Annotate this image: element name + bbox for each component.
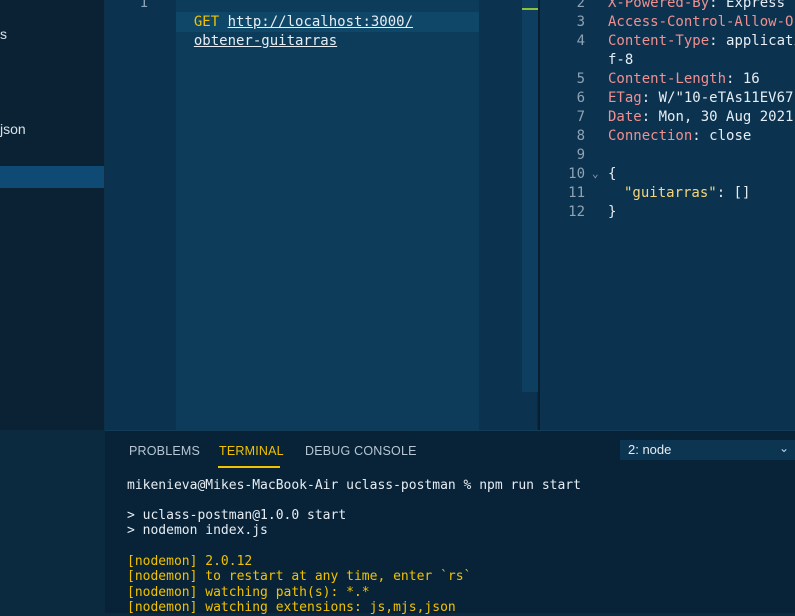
response-line: Content-Type: applicatio	[608, 32, 795, 51]
response-key: "guitarras"	[624, 185, 717, 201]
response-line-number: 4	[576, 33, 585, 49]
sidebar-item-json[interactable]: json	[0, 118, 26, 140]
colon: :	[641, 109, 651, 125]
sidebar-item-active[interactable]	[0, 166, 104, 188]
response-line-number: 8	[576, 128, 585, 144]
response-line: Date: Mon, 30 Aug 2021 0	[608, 108, 795, 127]
response-value: applicatio	[726, 33, 795, 49]
response-line-number: 6	[576, 90, 585, 106]
response-line-number: 2	[576, 0, 585, 11]
response-value: Mon, 30 Aug 2021 0	[650, 109, 795, 125]
response-value: close	[700, 128, 752, 144]
response-line: "guitarras": []	[624, 184, 750, 203]
response-key: Date	[608, 109, 642, 125]
request-text-area[interactable]	[176, 0, 479, 430]
response-line: Connection: close	[608, 127, 751, 146]
response-line: X-Powered-By: Express	[608, 0, 785, 13]
response-line-number: 12	[568, 204, 585, 220]
request-url-part2[interactable]: obtener-guitarras	[194, 33, 337, 49]
response-line-number: 9	[576, 147, 585, 163]
terminal-select-value: 2: node	[628, 442, 672, 457]
response-key: Connection	[608, 128, 693, 144]
terminal-run-line-2: > nodemon index.js	[127, 523, 268, 538]
colon: :	[641, 90, 651, 106]
tab-debug-console[interactable]: DEBUG CONSOLE	[305, 444, 417, 458]
line-number: 1	[139, 0, 148, 11]
response-line-number: 5	[576, 71, 585, 87]
response-value: {	[608, 166, 617, 182]
response-key: ETag	[608, 90, 642, 106]
terminal-run-line-1: > uclass-postman@1.0.0 start	[127, 508, 347, 523]
response-line: }	[608, 203, 616, 222]
nodemon-line-1: [nodemon] 2.0.12	[127, 554, 253, 569]
colon: :	[692, 128, 701, 144]
tab-problems[interactable]: PROBLEMS	[129, 444, 200, 458]
active-tab-indicator	[218, 466, 280, 468]
sidebar-item-s[interactable]: s	[0, 23, 7, 45]
scrollbar-marker	[522, 8, 538, 10]
colon: :	[709, 0, 718, 11]
response-value: 16	[734, 71, 760, 87]
response-line: Access-Control-Allow-Ori:	[608, 13, 795, 32]
nodemon-line-3: [nodemon] watching path(s): *.*	[127, 585, 370, 600]
response-value: : []	[716, 185, 751, 201]
response-key: Access-Control-Allow-Ori	[608, 14, 795, 30]
response-line-number: 10	[568, 166, 585, 182]
response-key: X-Powered-By	[608, 0, 710, 11]
explorer-sidebar	[0, 0, 105, 430]
response-line: {	[608, 165, 616, 184]
response-line: Content-Length: 16	[608, 70, 760, 89]
terminal-prompt-line: mikenieva@Mikes-MacBook-Air uclass-postm…	[127, 478, 581, 493]
response-line: ETag: W/"10-eTAs11EV67rf	[608, 89, 795, 108]
nodemon-line-4: [nodemon] watching extensions: js,mjs,js…	[127, 600, 456, 615]
response-line-number: 11	[568, 185, 585, 201]
response-key: Content-Type	[608, 33, 710, 49]
fold-chevron-icon[interactable]: ⌄	[592, 167, 599, 180]
response-value: }	[608, 204, 617, 220]
tab-terminal[interactable]: TERMINAL	[219, 444, 284, 458]
response-line-number: 7	[576, 109, 585, 125]
response-line-number: 3	[576, 14, 585, 30]
response-line: f-8	[608, 51, 633, 70]
response-value: Express	[717, 0, 786, 11]
colon: :	[709, 33, 718, 49]
response-key: Content-Length	[608, 71, 727, 87]
response-value: W/"10-eTAs11EV67rf	[650, 90, 795, 106]
chevron-down-icon: ⌄	[778, 441, 789, 455]
editor-scrollbar[interactable]	[522, 0, 538, 392]
response-value: f-8	[608, 52, 634, 68]
terminal-select[interactable]: 2: node ⌄	[620, 440, 795, 460]
nodemon-line-2: [nodemon] to restart at any time, enter …	[127, 569, 472, 584]
